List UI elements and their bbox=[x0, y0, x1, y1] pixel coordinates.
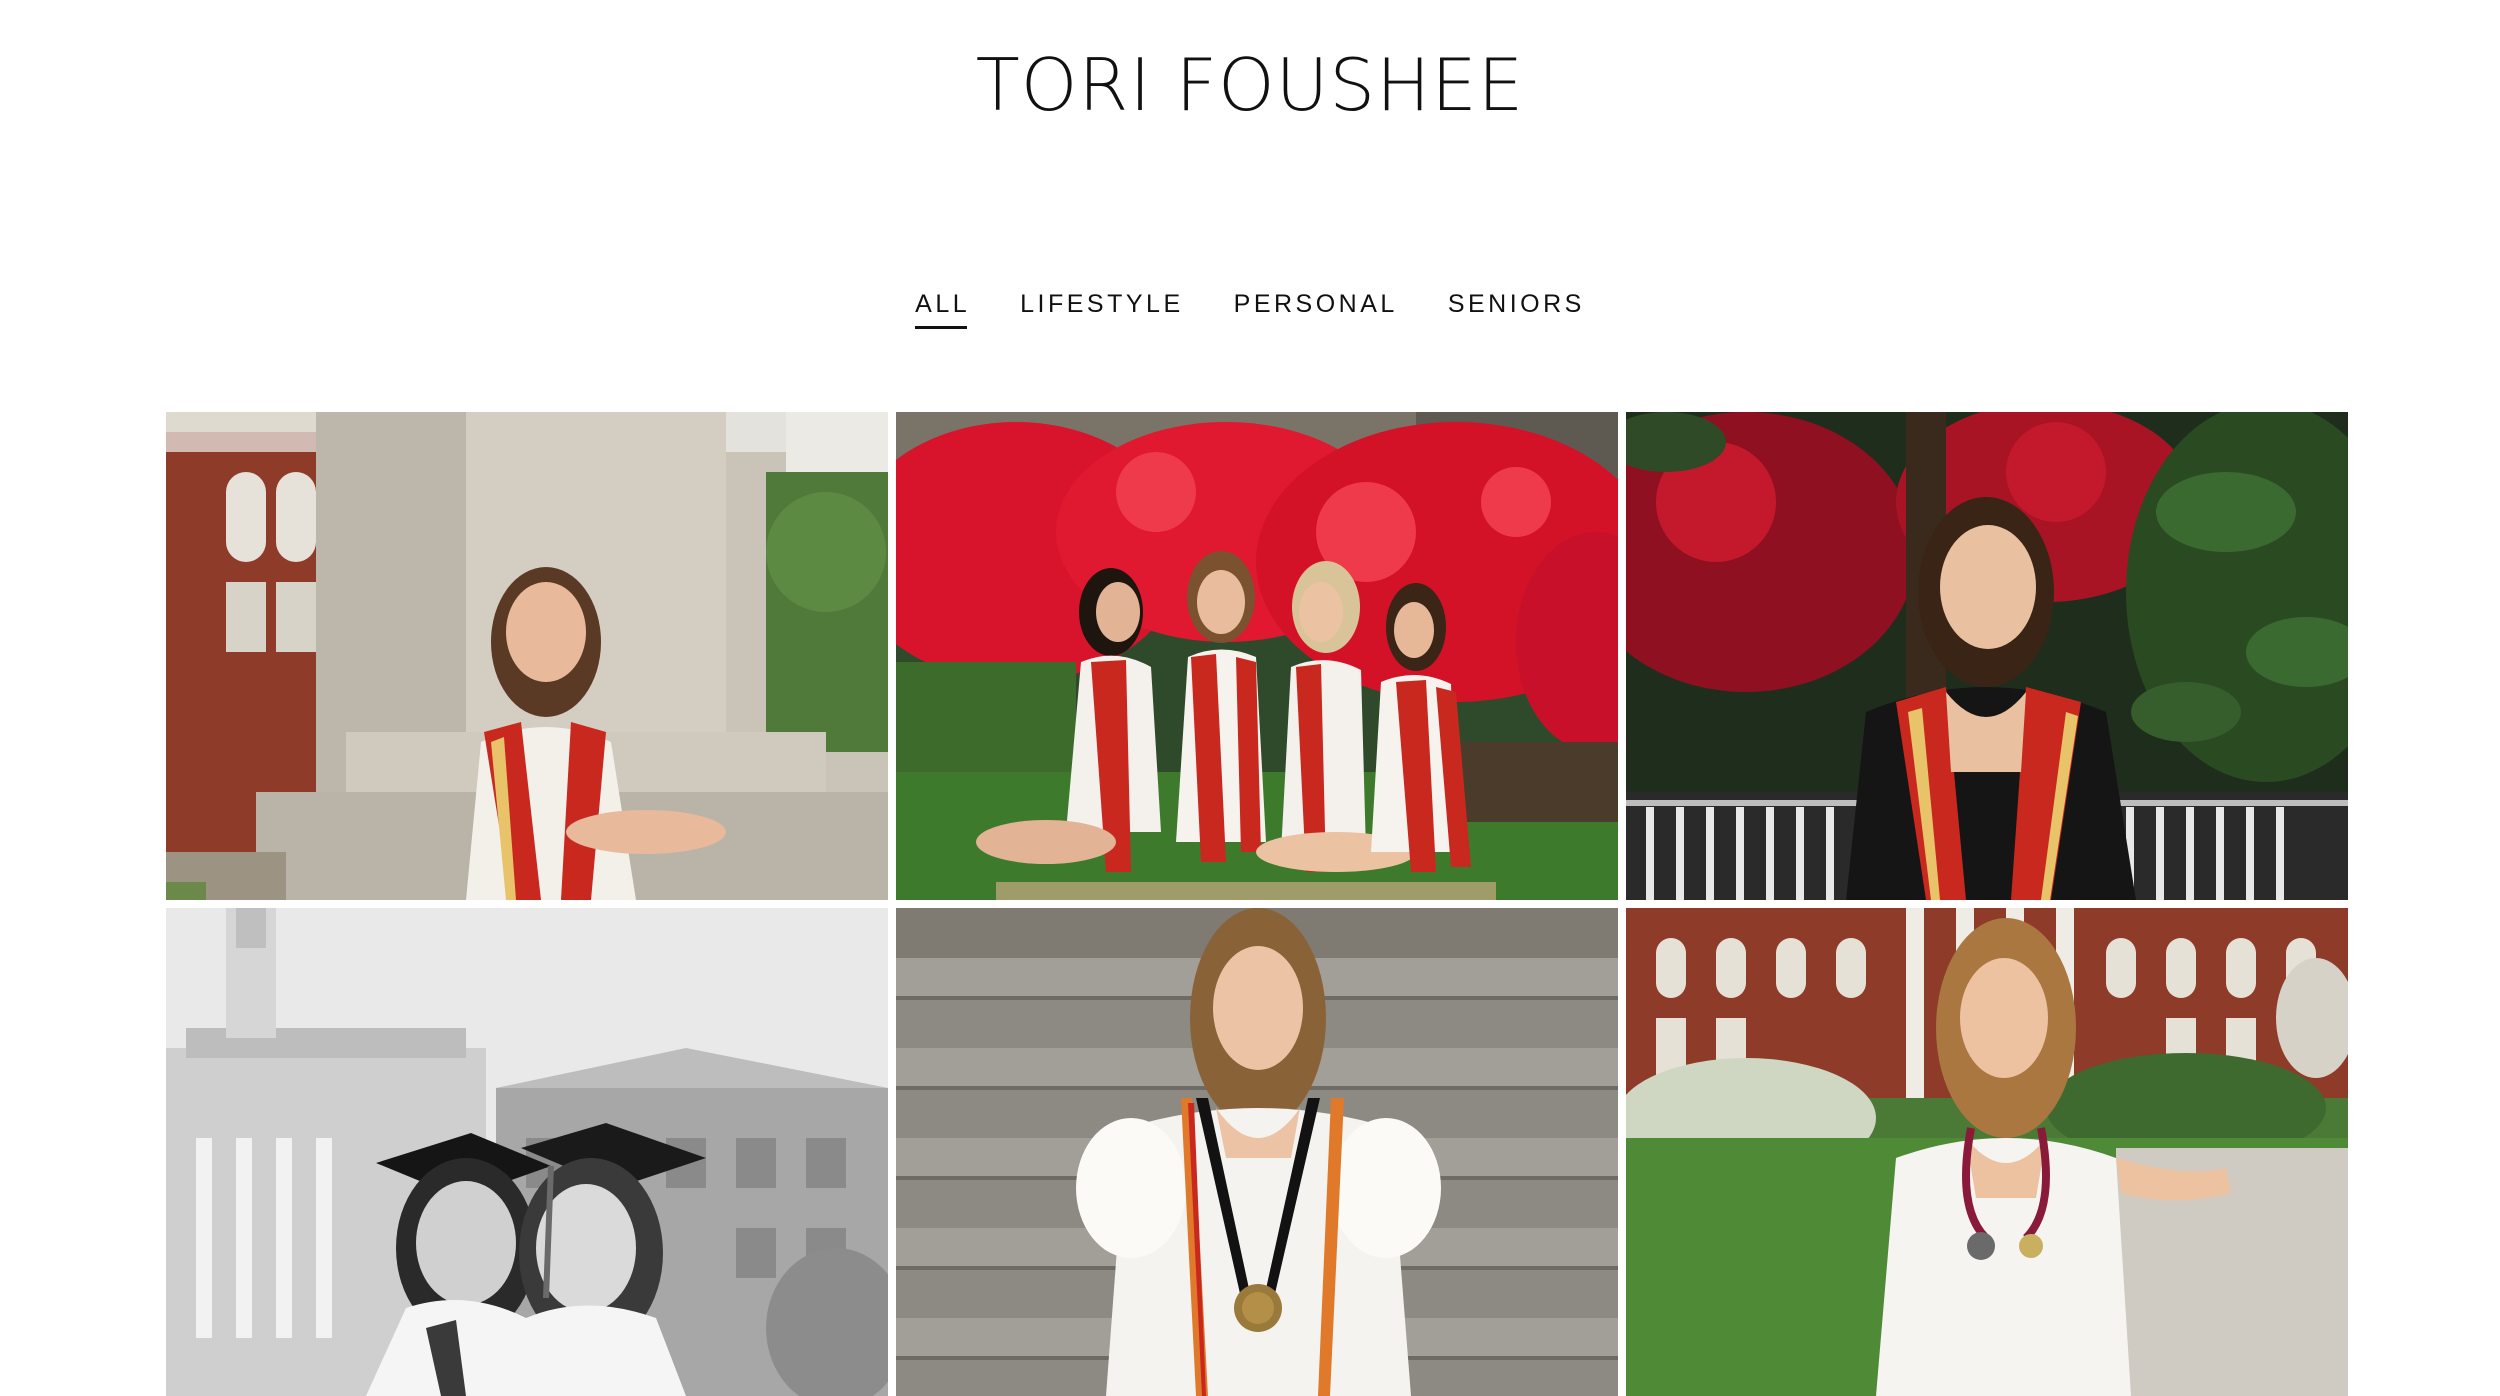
photo-graduate-stethoscope[interactable] bbox=[1626, 908, 2348, 1396]
filter-seniors[interactable]: SENIORS bbox=[1448, 290, 1585, 325]
photo-graduate-magnolia[interactable] bbox=[1626, 412, 2348, 900]
photo-two-graduates-caps-bw[interactable] bbox=[166, 908, 888, 1396]
filter-all[interactable]: ALL bbox=[915, 290, 970, 329]
photo-four-graduates-azaleas-image bbox=[896, 412, 1618, 900]
photo-graduate-magnolia-image bbox=[1626, 412, 2348, 900]
photo-four-graduates-azaleas[interactable] bbox=[896, 412, 1618, 900]
photo-graduate-steps-medal-image bbox=[896, 908, 1618, 1396]
gallery-filter-nav: ALL LIFESTYLE PERSONAL SENIORS bbox=[0, 290, 2500, 329]
photo-gallery-grid bbox=[166, 412, 2348, 1396]
photo-two-graduates-caps-bw-image bbox=[166, 908, 888, 1396]
filter-personal[interactable]: PERSONAL bbox=[1234, 290, 1398, 325]
photo-graduate-stethoscope-image bbox=[1626, 908, 2348, 1396]
photo-graduate-column[interactable] bbox=[166, 412, 888, 900]
site-title[interactable]: TORI FOUSHEE bbox=[0, 40, 2500, 130]
filter-lifestyle[interactable]: LIFESTYLE bbox=[1020, 290, 1184, 325]
photo-graduate-steps-medal[interactable] bbox=[896, 908, 1618, 1396]
photo-graduate-column-image bbox=[166, 412, 888, 900]
